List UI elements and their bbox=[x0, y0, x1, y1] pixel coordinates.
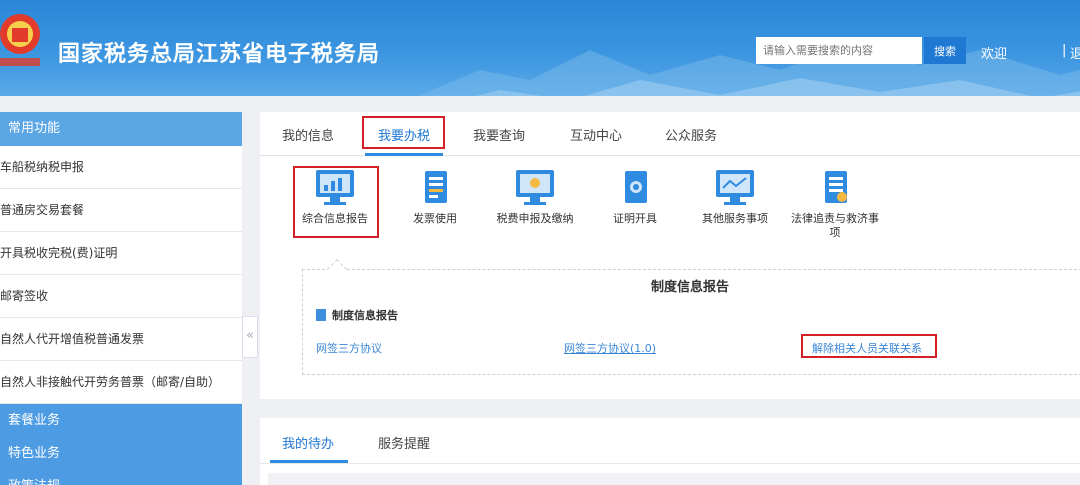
tab-highlight-box bbox=[362, 116, 445, 149]
monitor-icon bbox=[516, 170, 554, 205]
site-header: 国家税务总局江苏省电子税务局 搜索 欢迎 | 退 bbox=[0, 0, 1080, 96]
service-label: 其他服务事项 bbox=[702, 212, 768, 225]
sidebar-item-tax-certificate[interactable]: 开具税收完税(费)证明 bbox=[0, 232, 242, 275]
sidebar-category-package[interactable]: 套餐业务 bbox=[0, 404, 242, 437]
document-icon bbox=[425, 171, 447, 203]
search-input[interactable] bbox=[756, 37, 922, 64]
sidebar-category-policy[interactable]: 政策法规 bbox=[0, 470, 242, 485]
service-legal[interactable]: 法律追责与救济事项 bbox=[790, 168, 880, 240]
monitor-line-icon bbox=[716, 170, 754, 205]
service-tax-filing[interactable]: 税费申报及缴纳 bbox=[490, 168, 580, 226]
sidebar-category-special[interactable]: 特色业务 bbox=[0, 437, 242, 470]
active-tab-indicator bbox=[365, 153, 443, 156]
todo-panel: 我的待办 服务提醒 bbox=[260, 418, 1080, 485]
info-report-subtitle: 制度信息报告 bbox=[332, 309, 398, 322]
header-separator: | bbox=[1062, 43, 1067, 58]
service-label: 税费申报及缴纳 bbox=[496, 212, 574, 225]
link-highlight-box bbox=[801, 334, 937, 358]
service-label: 证明开具 bbox=[613, 212, 657, 225]
service-label: 发票使用 bbox=[413, 212, 457, 225]
document-icon bbox=[825, 171, 847, 203]
sidebar-item-housing-package[interactable]: 普通房交易套餐 bbox=[0, 189, 242, 232]
todo-content-area bbox=[268, 473, 1080, 485]
tab-query[interactable]: 我要查询 bbox=[473, 125, 525, 144]
logout-link[interactable]: 退 bbox=[1070, 43, 1080, 62]
site-title: 国家税务总局江苏省电子税务局 bbox=[58, 42, 381, 67]
sidebar-heading: 常用功能 bbox=[0, 112, 242, 146]
search-button[interactable]: 搜索 bbox=[924, 37, 966, 64]
tab-my-info[interactable]: 我的信息 bbox=[282, 125, 334, 144]
sidebar-categories: 套餐业务 特色业务 政策法规 bbox=[0, 404, 242, 485]
sidebar-item-vat-invoice[interactable]: 自然人代开增值税普通发票 bbox=[0, 318, 242, 361]
sidebar-item-mail-receipt[interactable]: 邮寄签收 bbox=[0, 275, 242, 318]
service-invoice-use[interactable]: 发票使用 bbox=[390, 168, 480, 226]
tax-emblem-icon bbox=[0, 14, 40, 66]
welcome-text: 欢迎 bbox=[981, 47, 1008, 62]
info-report-title: 制度信息报告 bbox=[650, 280, 729, 295]
tab-interaction[interactable]: 互动中心 bbox=[570, 125, 622, 144]
tab-service-reminder[interactable]: 服务提醒 bbox=[378, 433, 430, 452]
link-tripartite-agreement-v1[interactable]: 网签三方协议(1.0) bbox=[564, 340, 656, 356]
sidebar-item-contactless-invoice[interactable]: 自然人非接触代开劳务普票（邮寄/自助） bbox=[0, 361, 242, 404]
link-tripartite-agreement[interactable]: 网签三方协议 bbox=[316, 340, 382, 356]
tab-public-service[interactable]: 公众服务 bbox=[665, 125, 717, 144]
sidebar-list: 车船税纳税申报 普通房交易套餐 开具税收完税(费)证明 邮寄签收 自然人代开增值… bbox=[0, 146, 242, 404]
main-panel: 我的信息 我要办税 我要查询 互动中心 公众服务 综合信息报告 发票使用 税费申… bbox=[260, 112, 1080, 399]
tab-my-todo[interactable]: 我的待办 bbox=[282, 433, 334, 452]
sidebar: 常用功能 车船税纳税申报 普通房交易套餐 开具税收完税(费)证明 邮寄签收 自然… bbox=[0, 112, 242, 485]
book-icon bbox=[316, 309, 326, 321]
service-certificate[interactable]: 证明开具 bbox=[590, 168, 680, 226]
certificate-icon bbox=[625, 171, 647, 203]
sidebar-collapse-handle[interactable]: « bbox=[242, 316, 258, 358]
divider bbox=[260, 463, 1080, 464]
sidebar-item-vehicle-tax[interactable]: 车船税纳税申报 bbox=[0, 146, 242, 189]
service-highlight-box bbox=[293, 166, 379, 238]
service-label: 法律追责与救济事项 bbox=[791, 212, 879, 239]
service-other[interactable]: 其他服务事项 bbox=[690, 168, 780, 226]
